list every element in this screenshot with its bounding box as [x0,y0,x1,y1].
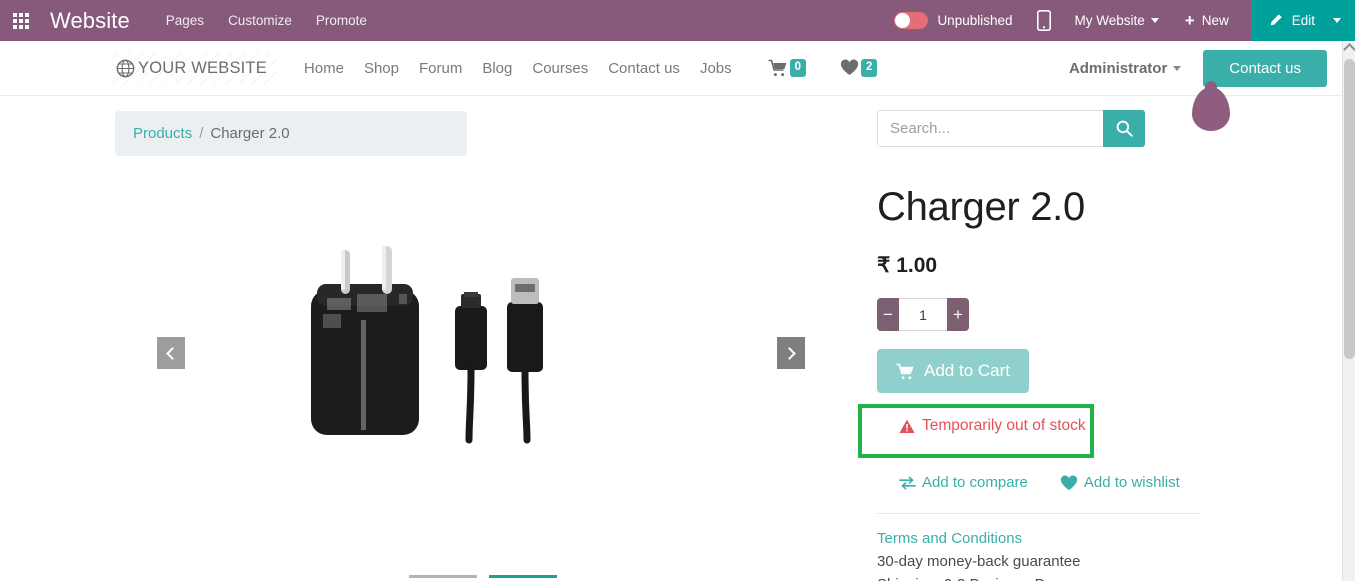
editor-menu-customize[interactable]: Customize [228,13,292,28]
shipping-text: Shipping: 2-3 Business Days [877,576,1343,581]
scroll-up-icon[interactable] [1343,43,1355,56]
quantity-increase-button[interactable]: + [947,298,969,331]
status-badge: Temporarily out of stock [877,411,1343,435]
add-to-compare-link[interactable]: Add to compare [899,474,1028,491]
shopping-cart-icon [896,363,914,379]
search-bar [877,110,1145,147]
add-to-wishlist-link[interactable]: Add to wishlist [1060,474,1180,491]
plus-icon: + [1184,11,1195,30]
nav-item-shop[interactable]: Shop [354,54,409,83]
breadcrumb-current: Charger 2.0 [210,125,290,142]
website-selector[interactable]: My Website [1075,13,1159,28]
product-actions-row: Add to compare Add to wishlist [877,474,1343,491]
carousel-indicator-2[interactable] [489,575,557,578]
edit-button[interactable]: Edit [1250,0,1329,41]
user-menu-label: Administrator [1068,59,1168,77]
compare-arrows-icon [899,476,916,489]
chevron-down-icon [1333,18,1341,23]
chevron-down-icon [1150,18,1159,23]
product-image-carousel [0,162,865,542]
globe-icon [116,59,135,77]
quantity-decrease-button[interactable]: − [877,298,899,331]
terms-and-conditions-link[interactable]: Terms and Conditions [877,530,1343,547]
breadcrumb-products-link[interactable]: Products [133,125,192,142]
carousel-prev-button[interactable] [157,337,185,369]
product-page: Products / Charger 2.0 Search... Charger… [0,96,1355,581]
product-title: Charger 2.0 [877,185,1085,229]
product-details-column: Charger 2.0 ₹ 1.00 − + Add to Cart [858,96,1343,581]
search-input[interactable] [877,110,1103,147]
breadcrumb-separator: / [199,125,204,142]
heart-icon [840,59,859,76]
edit-button-label: Edit [1291,13,1315,28]
cart-count-badge: 0 [789,59,807,77]
publish-toggle[interactable]: Unpublished [894,12,1013,29]
breadcrumb: Products / Charger 2.0 [115,111,467,156]
site-navigation: Home Shop Forum Blog Courses Contact us … [294,54,742,83]
editor-menu: Pages Customize Promote [166,13,367,28]
product-price: ₹ 1.00 [877,254,938,277]
wishlist-count-badge: 2 [861,59,878,77]
page-scrollbar[interactable] [1342,41,1355,581]
editor-menu-pages[interactable]: Pages [166,13,204,28]
carousel-indicator-1[interactable] [409,575,477,578]
quantity-stepper: − + [877,298,969,331]
guarantee-text: 30-day money-back guarantee [877,553,1081,570]
new-button[interactable]: + New [1185,12,1229,29]
search-icon [1116,120,1133,137]
chevron-down-icon [1173,65,1182,71]
warning-triangle-icon [899,419,915,433]
app-brand-title: Website [50,7,130,33]
pencil-icon [1270,14,1282,26]
editor-menu-promote[interactable]: Promote [316,13,367,28]
nav-item-home[interactable]: Home [294,54,354,83]
editor-bar-right: Unpublished My Website + New Edit [894,0,1355,41]
add-to-cart-button[interactable]: Add to Cart [877,349,1029,393]
product-image [283,232,583,472]
new-button-label: New [1201,13,1229,28]
nav-item-forum[interactable]: Forum [409,54,472,83]
site-logo[interactable]: YOUR WEBSITE [112,51,277,85]
heart-icon [1060,474,1078,490]
contact-us-button[interactable]: Contact us [1203,49,1327,87]
scrollbar-thumb[interactable] [1344,59,1355,359]
website-selector-label: My Website [1074,13,1145,28]
mobile-phone-icon[interactable] [1036,10,1051,31]
wishlist-button[interactable]: 2 [840,59,878,77]
cart-button[interactable]: 0 [768,59,807,77]
publish-state-label: Unpublished [937,13,1013,28]
apps-grid-icon[interactable] [0,0,42,41]
nav-item-blog[interactable]: Blog [472,54,522,83]
add-to-compare-label: Add to compare [922,474,1028,491]
search-submit-button[interactable] [1103,110,1145,147]
product-gallery-column: Products / Charger 2.0 [0,96,865,581]
website-header: YOUR WEBSITE Home Shop Forum Blog Course… [0,41,1355,131]
nav-item-jobs[interactable]: Jobs [690,54,742,83]
stock-status-text: Temporarily out of stock [922,417,1086,434]
section-divider [877,513,1199,514]
edit-dropdown-toggle[interactable] [1329,0,1355,41]
quantity-input[interactable] [899,298,947,331]
chevron-left-icon [166,346,179,360]
stock-status-area: Temporarily out of stock [858,404,1343,458]
odoo-editor-bar: Website Pages Customize Promote Unpublis… [0,0,1355,41]
nav-item-courses[interactable]: Courses [522,54,598,83]
chevron-right-icon [783,346,796,360]
header-right-group: Administrator Contact us [1068,49,1355,87]
add-to-cart-label: Add to Cart [924,361,1010,380]
publish-switch-icon[interactable] [894,12,929,29]
product-terms-block: Terms and Conditions 30-day money-back g… [877,530,1343,581]
site-logo-text: YOUR WEBSITE [138,58,267,77]
add-to-wishlist-label: Add to wishlist [1083,474,1180,491]
user-menu[interactable]: Administrator [1068,59,1182,77]
shopping-cart-icon [768,59,787,77]
carousel-next-button[interactable] [777,337,805,369]
carousel-thumbnail-indicators [409,575,557,578]
nav-item-contact-us[interactable]: Contact us [598,54,690,83]
